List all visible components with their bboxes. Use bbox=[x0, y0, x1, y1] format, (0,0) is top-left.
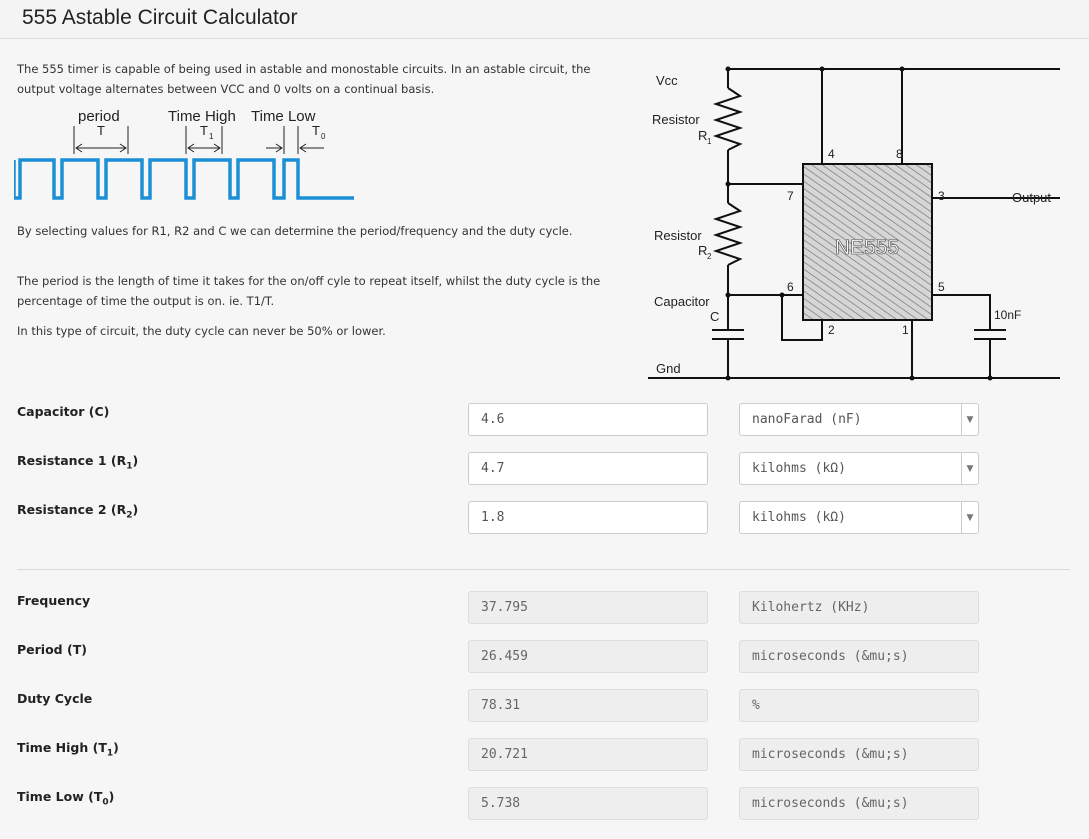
pin-6-label: 6 bbox=[787, 280, 794, 294]
square-wave-diagram: period T Time High T 1 Time Low T 0 bbox=[14, 108, 354, 200]
resistance-1-label: Resistance 1 (R1) bbox=[17, 453, 139, 472]
resistance-1-unit-value: kilohms (kΩ) bbox=[752, 461, 846, 476]
page-title: 555 Astable Circuit Calculator bbox=[22, 6, 298, 29]
time-high-subscript: 1 bbox=[209, 132, 214, 141]
pin-2-label: 2 bbox=[828, 323, 835, 337]
intro-paragraph-3: The period is the length of time it take… bbox=[17, 274, 601, 308]
period-symbol: T bbox=[97, 123, 105, 138]
vcc-label: Vcc bbox=[656, 73, 678, 88]
intro-paragraph-4: In this type of circuit, the duty cycle … bbox=[17, 324, 386, 338]
chevron-down-icon: ▼ bbox=[961, 453, 978, 484]
capacitor-label: Capacitor bbox=[654, 294, 710, 309]
r2-symbol: R bbox=[698, 243, 707, 258]
frequency-output: 37.795 bbox=[468, 591, 708, 624]
period-output: 26.459 bbox=[468, 640, 708, 673]
capacitor-value: 4.6 bbox=[481, 412, 505, 427]
capacitor-10nf-label: 10nF bbox=[994, 308, 1021, 322]
time-low-output: 5.738 bbox=[468, 787, 708, 820]
time-low-label: Time Low bbox=[251, 108, 316, 125]
ne555-circuit-diagram: Vcc Resistor R 1 Resistor R 2 Capacitor … bbox=[648, 66, 1060, 381]
resistance-2-input[interactable]: 1.8 bbox=[468, 501, 708, 534]
capacitor-unit-select[interactable]: nanoFarad (nF) ▼ bbox=[739, 403, 979, 436]
resistance-2-unit-select[interactable]: kilohms (kΩ) ▼ bbox=[739, 501, 979, 534]
resistor-1-label: Resistor bbox=[652, 112, 700, 127]
pin-5-label: 5 bbox=[938, 280, 945, 294]
r1-symbol: R bbox=[698, 128, 707, 143]
resistance-1-unit-select[interactable]: kilohms (kΩ) ▼ bbox=[739, 452, 979, 485]
r1-subscript: 1 bbox=[707, 137, 712, 146]
pin-8-label: 8 bbox=[896, 147, 903, 161]
chevron-down-icon: ▼ bbox=[961, 404, 978, 435]
pin-1-label: 1 bbox=[902, 323, 909, 337]
r2-subscript: 2 bbox=[707, 252, 712, 261]
resistance-1-value: 4.7 bbox=[481, 461, 505, 476]
resistor-2-label: Resistor bbox=[654, 228, 702, 243]
resistance-2-unit-value: kilohms (kΩ) bbox=[752, 510, 846, 525]
time-low-subscript: 0 bbox=[321, 132, 326, 141]
capacitor-label: Capacitor (C) bbox=[17, 404, 110, 419]
intro-paragraph-2: By selecting values for R1, R2 and C we … bbox=[17, 224, 573, 238]
frequency-label: Frequency bbox=[17, 593, 91, 608]
time-low-label: Time Low (T0) bbox=[17, 789, 115, 808]
gnd-label: Gnd bbox=[656, 361, 681, 376]
duty-cycle-label: Duty Cycle bbox=[17, 691, 93, 706]
resistance-2-value: 1.8 bbox=[481, 510, 505, 525]
output-label: Output bbox=[1012, 190, 1051, 205]
capacitor-input[interactable]: 4.6 bbox=[468, 403, 708, 436]
duty-cycle-unit: % bbox=[739, 689, 979, 722]
resistance-1-input[interactable]: 4.7 bbox=[468, 452, 708, 485]
period-unit: microseconds (&mu;s) bbox=[739, 640, 979, 673]
duty-cycle-output: 78.31 bbox=[468, 689, 708, 722]
time-low-symbol: T bbox=[312, 123, 320, 138]
time-high-symbol: T bbox=[200, 123, 208, 138]
time-high-label: Time High (T1) bbox=[17, 740, 119, 759]
capacitor-unit-value: nanoFarad (nF) bbox=[752, 412, 862, 427]
time-high-unit: microseconds (&mu;s) bbox=[739, 738, 979, 771]
resistance-2-label: Resistance 2 (R2) bbox=[17, 502, 139, 521]
period-label: Period (T) bbox=[17, 642, 87, 657]
chip-name: NE555 bbox=[835, 236, 899, 259]
pin-7-label: 7 bbox=[787, 189, 794, 203]
pin-4-label: 4 bbox=[828, 147, 835, 161]
title-bar: 555 Astable Circuit Calculator bbox=[0, 0, 1089, 39]
section-divider bbox=[17, 569, 1070, 570]
frequency-unit: Kilohertz (KHz) bbox=[739, 591, 979, 624]
square-wave bbox=[14, 158, 354, 200]
intro-paragraph-1: The 555 timer is capable of being used i… bbox=[17, 62, 591, 96]
pin-3-label: 3 bbox=[938, 189, 945, 203]
time-high-output: 20.721 bbox=[468, 738, 708, 771]
chevron-down-icon: ▼ bbox=[961, 502, 978, 533]
capacitor-symbol: C bbox=[710, 309, 719, 324]
time-low-unit: microseconds (&mu;s) bbox=[739, 787, 979, 820]
